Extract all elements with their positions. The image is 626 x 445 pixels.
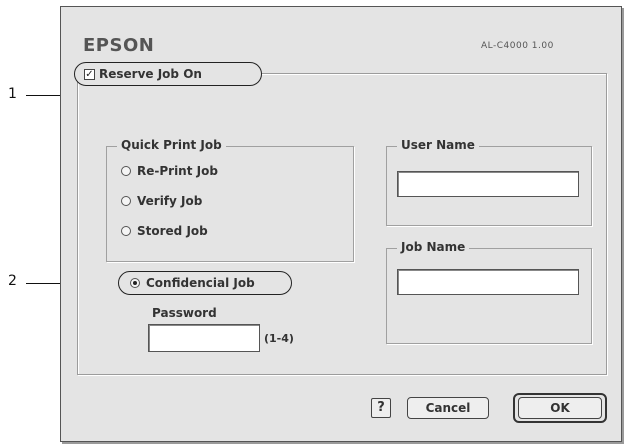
confidential-job-label: Confidencial Job <box>146 276 255 290</box>
reserve-job-label: Reserve Job On <box>99 67 202 81</box>
checkmark-icon: ✓ <box>84 68 95 80</box>
user-name-group: User Name <box>386 138 592 226</box>
confidential-job-radio[interactable]: Confidencial Job <box>130 276 255 290</box>
password-field[interactable] <box>148 324 260 352</box>
callout-2: 2 <box>8 273 17 289</box>
reserve-job-checkbox[interactable]: ✓ Reserve Job On <box>84 67 202 81</box>
verify-job-label: Verify Job <box>137 194 203 208</box>
verify-job-radio[interactable]: Verify Job <box>121 194 202 208</box>
ok-button[interactable]: OK <box>518 397 602 419</box>
user-name-field[interactable] <box>397 171 579 197</box>
brand-logo: EPSON <box>83 35 155 56</box>
radio-icon <box>121 166 131 176</box>
radio-icon <box>121 196 131 206</box>
quick-print-legend: Quick Print Job <box>117 138 226 152</box>
job-name-group: Job Name <box>386 240 592 344</box>
driver-version: AL-C4000 1.00 <box>481 41 554 51</box>
reprint-job-radio[interactable]: Re-Print Job <box>121 164 218 178</box>
help-button[interactable]: ? <box>371 398 391 418</box>
job-name-field[interactable] <box>397 269 579 295</box>
callout-1: 1 <box>8 86 17 102</box>
password-hint: (1-4) <box>264 332 294 345</box>
reprint-job-label: Re-Print Job <box>137 164 218 178</box>
stored-job-radio[interactable]: Stored Job <box>121 224 208 238</box>
cancel-button[interactable]: Cancel <box>407 397 489 419</box>
job-name-legend: Job Name <box>397 240 470 254</box>
reserve-job-dialog: EPSON AL-C4000 1.00 ✓ Reserve Job On Qui… <box>60 6 622 442</box>
radio-icon <box>121 226 131 236</box>
user-name-legend: User Name <box>397 138 479 152</box>
radio-selected-icon <box>130 278 140 288</box>
password-label: Password <box>152 306 217 320</box>
settings-panel: ✓ Reserve Job On Quick Print Job Re-Prin… <box>74 62 607 375</box>
quick-print-group: Quick Print Job Re-Print Job Verify Job … <box>106 138 354 262</box>
stored-job-label: Stored Job <box>137 224 208 238</box>
